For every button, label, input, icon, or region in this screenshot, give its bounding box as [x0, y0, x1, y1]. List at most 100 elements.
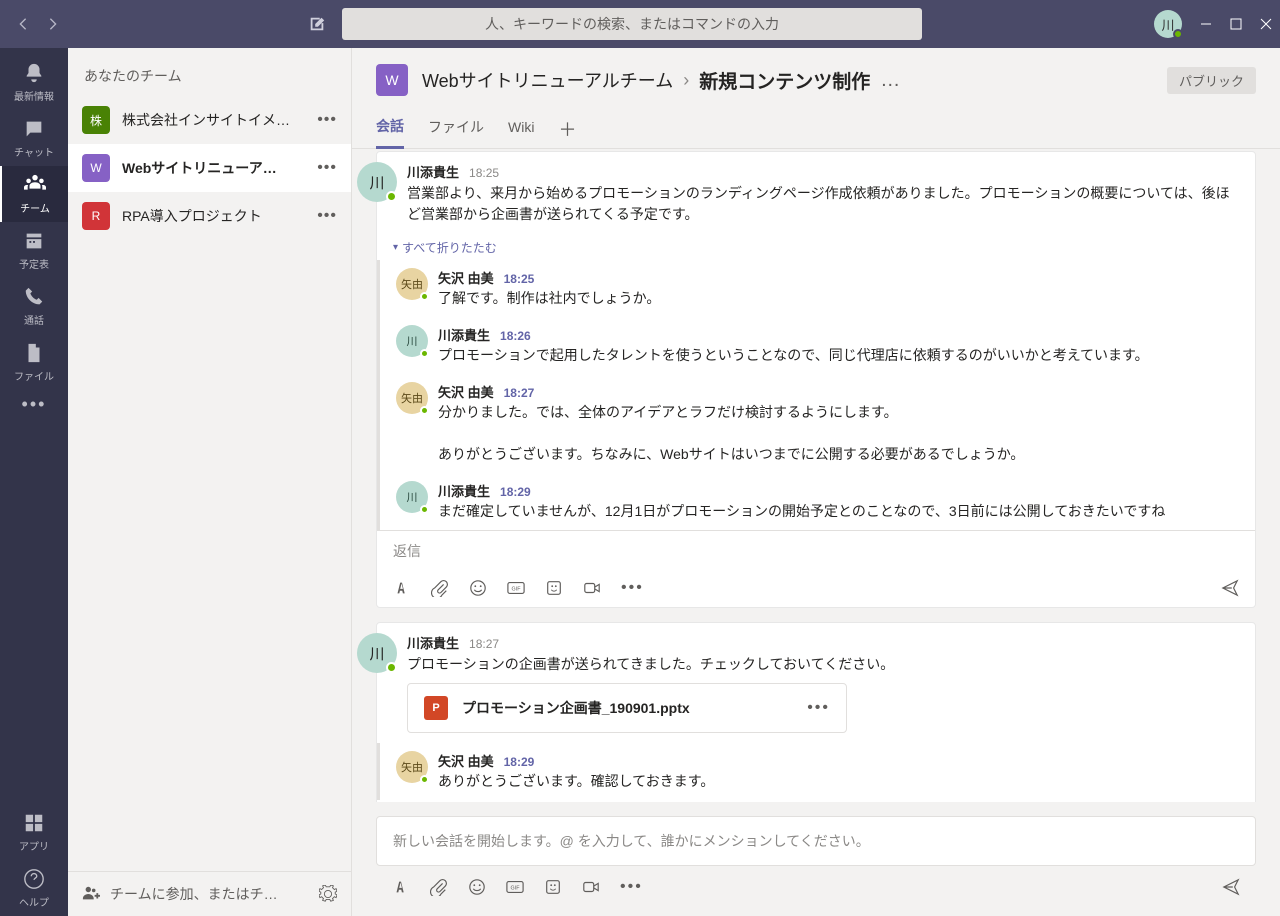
sticker-icon[interactable] — [544, 878, 562, 896]
svg-text:GIF: GIF — [511, 886, 521, 892]
rail-calls[interactable]: 通話 — [0, 278, 68, 334]
forward-icon[interactable] — [46, 17, 60, 31]
team-more-icon[interactable]: ••• — [317, 159, 337, 177]
team-name: 株式会社インサイトイメ… — [122, 110, 305, 130]
compose-icon[interactable] — [308, 15, 326, 33]
message-time: 18:25 — [469, 166, 499, 180]
avatar: 川 — [396, 481, 428, 513]
tab-conversations[interactable]: 会話 — [376, 110, 404, 149]
rail-files[interactable]: ファイル — [0, 334, 68, 390]
tab-wiki[interactable]: Wiki — [508, 113, 534, 145]
team-row[interactable]: 株 株式会社インサイトイメ… ••• — [68, 96, 351, 144]
more-icon[interactable]: ••• — [621, 579, 644, 597]
rail-calendar[interactable]: 予定表 — [0, 222, 68, 278]
rail-teams[interactable]: チーム — [0, 166, 68, 222]
team-avatar: 株 — [82, 106, 110, 134]
privacy-badge: パブリック — [1167, 67, 1256, 94]
message-text: 営業部より、来月から始めるプロモーションのランディングページ作成依頼がありました… — [407, 183, 1239, 225]
file-attachment[interactable]: P プロモーション企画書_190901.pptx ••• — [407, 683, 847, 733]
breadcrumb-team[interactable]: Webサイトリニューアルチーム — [422, 67, 673, 93]
teams-header: あなたのチーム — [68, 48, 351, 96]
emoji-icon[interactable] — [469, 579, 487, 597]
rail-apps[interactable]: アプリ — [0, 804, 68, 860]
reply-author: 川添貴生 — [438, 325, 490, 344]
join-team-label[interactable]: チームに参加、またはチ… — [110, 884, 309, 904]
close-icon[interactable] — [1260, 18, 1272, 30]
minimize-icon[interactable] — [1200, 18, 1212, 30]
reply-time: 18:29 — [504, 755, 535, 769]
channel-tabs: 会話 ファイル Wiki ＋ — [352, 110, 1280, 149]
reply-input[interactable]: 返信 — [377, 530, 1255, 571]
send-icon[interactable] — [1221, 579, 1239, 597]
powerpoint-icon: P — [424, 696, 448, 720]
maximize-icon[interactable] — [1230, 18, 1242, 30]
reply-text: まだ確定していませんが、12月1日がプロモーションの開始予定とのことなので、3日… — [438, 501, 1239, 522]
reply: 川 川添貴生 18:29 まだ確定していませんが、12月1日がプロモーションの開始… — [380, 473, 1255, 530]
reply: 矢由 矢沢 由美18:27 分かりました。では、全体のアイデアとラフだけ検討する… — [380, 374, 1255, 473]
format-icon[interactable] — [393, 579, 411, 597]
tab-add-icon[interactable]: ＋ — [558, 116, 576, 142]
reply-time: 18:29 — [500, 485, 531, 499]
file-more-icon[interactable]: ••• — [807, 699, 830, 717]
breadcrumb-channel[interactable]: 新規コンテンツ制作 — [699, 67, 870, 94]
file-name: プロモーション企画書_190901.pptx — [462, 698, 793, 718]
message-text: プロモーションの企画書が送られてきました。チェックしておいてください。 — [407, 654, 1239, 675]
reply-author: 川添貴生 — [438, 481, 490, 500]
reply: 矢由 矢沢 由美18:25 了解です。制作は社内でしょうか。 — [380, 260, 1255, 317]
send-icon[interactable] — [1222, 878, 1240, 896]
reply-time: 18:25 — [504, 272, 535, 286]
message-thread: 川 川添貴生18:27 プロモーションの企画書が送られてきました。チェックしてお… — [376, 622, 1256, 802]
compose-toolbar: GIF ••• — [376, 870, 1256, 906]
reply-text: プロモーションで起用したタレントを使うということなので、同じ代理店に依頼するのが… — [438, 345, 1239, 366]
reply-toolbar: GIF ••• — [377, 571, 1255, 607]
reply-text: ありがとうございます。確認しておきます。 — [438, 771, 1239, 792]
avatar: 矢由 — [396, 268, 428, 300]
avatar: 川 — [357, 633, 397, 673]
join-team-icon[interactable] — [82, 885, 100, 903]
tab-files[interactable]: ファイル — [428, 111, 484, 147]
message-thread: 川 川添貴生 18:25 営業部より、来月から始めるプロモーションのランディングペ… — [376, 151, 1256, 608]
message-time: 18:27 — [469, 637, 499, 651]
collapse-all-link[interactable]: すべて折りたたむ — [377, 235, 1255, 260]
reply-link[interactable]: 返信 — [377, 800, 1255, 802]
rail-chat[interactable]: チャット — [0, 110, 68, 166]
back-icon[interactable] — [16, 17, 30, 31]
svg-text:GIF: GIF — [512, 587, 522, 593]
team-name: Webサイトリニューア… — [122, 158, 305, 178]
new-conversation-input[interactable]: 新しい会話を開始します。@ を入力して、誰かにメンションしてください。 — [376, 816, 1256, 866]
team-row[interactable]: R RPA導入プロジェクト ••• — [68, 192, 351, 240]
team-avatar: W — [82, 154, 110, 182]
gif-icon[interactable]: GIF — [506, 878, 524, 896]
avatar: 矢由 — [396, 382, 428, 414]
meetnow-icon[interactable] — [582, 878, 600, 896]
teams-list: あなたのチーム 株 株式会社インサイトイメ… ••• W Webサイトリニューア… — [68, 48, 352, 916]
titlebar: 人、キーワードの検索、またはコマンドの入力 川 — [0, 0, 1280, 48]
search-input[interactable]: 人、キーワードの検索、またはコマンドの入力 — [342, 8, 922, 40]
attach-icon[interactable] — [431, 579, 449, 597]
emoji-icon[interactable] — [468, 878, 486, 896]
rail-more[interactable]: ••• — [22, 394, 47, 415]
rail-help[interactable]: ヘルプ — [0, 860, 68, 916]
rail-activity[interactable]: 最新情報 — [0, 54, 68, 110]
reply-time: 18:27 — [504, 386, 535, 400]
channel-header: W Webサイトリニューアルチーム › 新規コンテンツ制作 … パブリック — [352, 48, 1280, 96]
reply-time: 18:26 — [500, 329, 531, 343]
team-more-icon[interactable]: ••• — [317, 207, 337, 225]
meetnow-icon[interactable] — [583, 579, 601, 597]
avatar: 矢由 — [396, 751, 428, 783]
reply-author: 矢沢 由美 — [438, 382, 494, 401]
gear-icon[interactable] — [319, 885, 337, 903]
reply-text: 了解です。制作は社内でしょうか。 — [438, 288, 1239, 309]
sticker-icon[interactable] — [545, 579, 563, 597]
nav-arrows — [8, 17, 68, 31]
user-avatar[interactable]: 川 — [1154, 10, 1182, 38]
more-icon[interactable]: ••• — [620, 878, 643, 896]
avatar: 川 — [357, 162, 397, 202]
team-more-icon[interactable]: ••• — [317, 111, 337, 129]
attach-icon[interactable] — [430, 878, 448, 896]
channel-more-icon[interactable]: … — [880, 69, 902, 92]
teams-footer: チームに参加、またはチ… — [68, 871, 351, 916]
team-row[interactable]: W Webサイトリニューア… ••• — [68, 144, 351, 192]
format-icon[interactable] — [392, 878, 410, 896]
gif-icon[interactable]: GIF — [507, 579, 525, 597]
